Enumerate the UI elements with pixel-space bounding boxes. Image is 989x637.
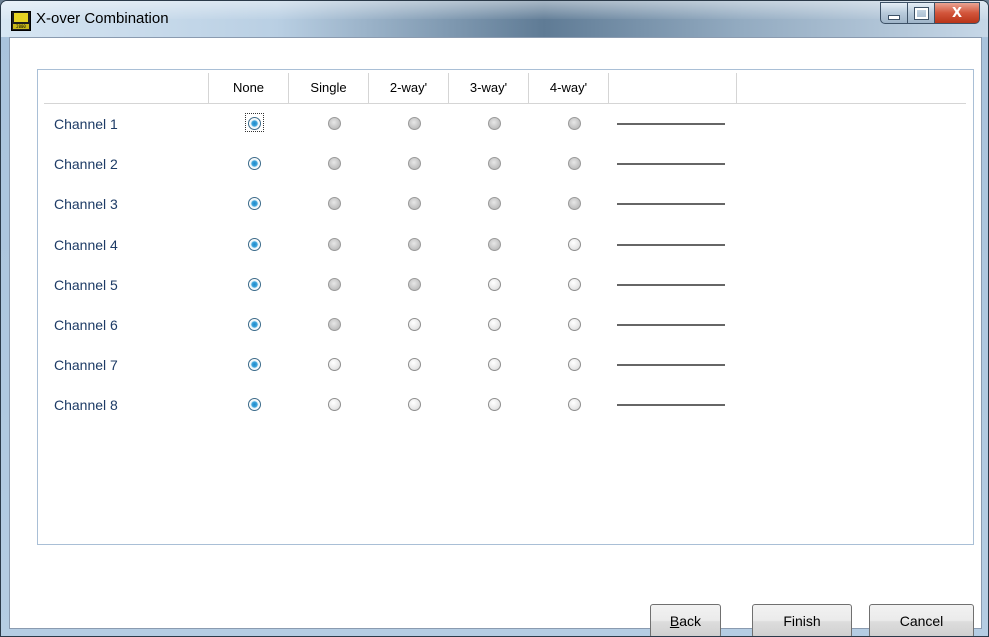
radio-none[interactable] (248, 358, 261, 372)
channel-row: Channel 2 (44, 145, 966, 185)
xover-combination-window: 2000 X-over Combination X None Single 2-… (0, 0, 989, 637)
window-controls: X (880, 2, 980, 24)
column-header-empty (736, 73, 966, 103)
radio-3way[interactable] (488, 318, 501, 331)
radio-single[interactable] (328, 117, 341, 130)
column-header-line (608, 73, 736, 103)
close-icon: X (951, 5, 963, 21)
xover-line-indicator (617, 203, 725, 206)
channel-row: Channel 8 (44, 386, 966, 426)
channel-label: Channel 7 (54, 357, 118, 374)
channel-label: Channel 4 (54, 236, 118, 253)
radio-none[interactable] (248, 197, 261, 211)
radio-4way[interactable] (568, 157, 581, 171)
radio-none[interactable] (248, 318, 261, 331)
column-header-none: None (208, 73, 288, 103)
channel-row: Channel 6 (44, 306, 966, 346)
radio-2way[interactable] (408, 237, 421, 251)
radio-none[interactable] (248, 157, 261, 171)
radio-2way[interactable] (408, 358, 421, 372)
radio-single[interactable] (328, 197, 341, 211)
minimize-button[interactable] (880, 2, 908, 24)
column-header-2way: 2-way' (368, 73, 448, 103)
app-icon-text: 2000 (13, 24, 29, 29)
radio-single[interactable] (328, 318, 341, 331)
radio-single[interactable] (328, 157, 341, 171)
radio-2way[interactable] (408, 117, 421, 130)
channel-label: Channel 2 (54, 156, 118, 173)
radio-2way[interactable] (408, 318, 421, 331)
maximize-button[interactable] (908, 2, 935, 24)
column-header-single: Single (288, 73, 368, 103)
grid-header: None Single 2-way' 3-way' 4-way' (44, 73, 966, 104)
xover-line-indicator (617, 364, 725, 367)
window-title: X-over Combination (36, 10, 169, 27)
radio-4way[interactable] (568, 237, 581, 251)
column-header-3way: 3-way' (448, 73, 528, 103)
radio-4way[interactable] (568, 358, 581, 372)
radio-4way[interactable] (568, 197, 581, 211)
radio-4way[interactable] (568, 277, 581, 291)
app-icon: 2000 (11, 11, 31, 31)
xover-line-indicator (617, 123, 725, 125)
radio-3way[interactable] (488, 117, 501, 130)
xover-grid-panel: None Single 2-way' 3-way' 4-way' Channel… (37, 69, 974, 545)
finish-button[interactable]: Finish (752, 604, 852, 636)
radio-single[interactable] (328, 398, 341, 412)
channel-row: Channel 5 (44, 266, 966, 306)
column-header-4way: 4-way' (528, 73, 608, 103)
focus-rectangle (245, 113, 264, 132)
title-bar[interactable]: 2000 X-over Combination X (1, 1, 988, 37)
radio-none[interactable] (248, 398, 261, 412)
radio-2way[interactable] (408, 277, 421, 291)
radio-3way[interactable] (488, 157, 501, 171)
channel-label: Channel 3 (54, 196, 118, 213)
back-button-label: ack (679, 613, 702, 629)
radio-single[interactable] (328, 277, 341, 291)
radio-2way[interactable] (408, 398, 421, 412)
xover-line-indicator (617, 163, 725, 166)
radio-2way[interactable] (408, 197, 421, 211)
xover-line-indicator (617, 243, 725, 246)
xover-line-indicator (617, 324, 725, 326)
cancel-button[interactable]: Cancel (869, 604, 974, 636)
radio-single[interactable] (328, 358, 341, 372)
channel-label: Channel 1 (54, 116, 118, 132)
channel-row: Channel 3 (44, 185, 966, 225)
back-button[interactable]: Back (650, 604, 721, 636)
radio-4way[interactable] (568, 398, 581, 412)
channel-label: Channel 5 (54, 276, 118, 293)
back-button-mnemonic: B (669, 613, 680, 629)
radio-3way[interactable] (488, 358, 501, 372)
channel-row: Channel 4 (44, 226, 966, 266)
channel-label: Channel 6 (54, 317, 118, 333)
radio-3way[interactable] (488, 398, 501, 412)
radio-3way[interactable] (488, 237, 501, 251)
radio-3way[interactable] (488, 197, 501, 211)
channel-label: Channel 8 (54, 397, 118, 414)
maximize-icon (914, 7, 928, 19)
dialog-client-area: None Single 2-way' 3-way' 4-way' Channel… (9, 37, 982, 636)
radio-none[interactable] (248, 237, 261, 251)
radio-none[interactable] (248, 277, 261, 291)
close-button[interactable]: X (935, 2, 980, 24)
xover-line-indicator (617, 404, 725, 407)
minimize-icon (888, 14, 900, 20)
channel-row: Channel 7 (44, 346, 966, 386)
radio-4way[interactable] (568, 117, 581, 130)
xover-line-indicator (617, 283, 725, 286)
radio-4way[interactable] (568, 318, 581, 331)
radio-2way[interactable] (408, 157, 421, 171)
radio-3way[interactable] (488, 277, 501, 291)
channel-row: Channel 1 (44, 105, 966, 145)
radio-single[interactable] (328, 237, 341, 251)
